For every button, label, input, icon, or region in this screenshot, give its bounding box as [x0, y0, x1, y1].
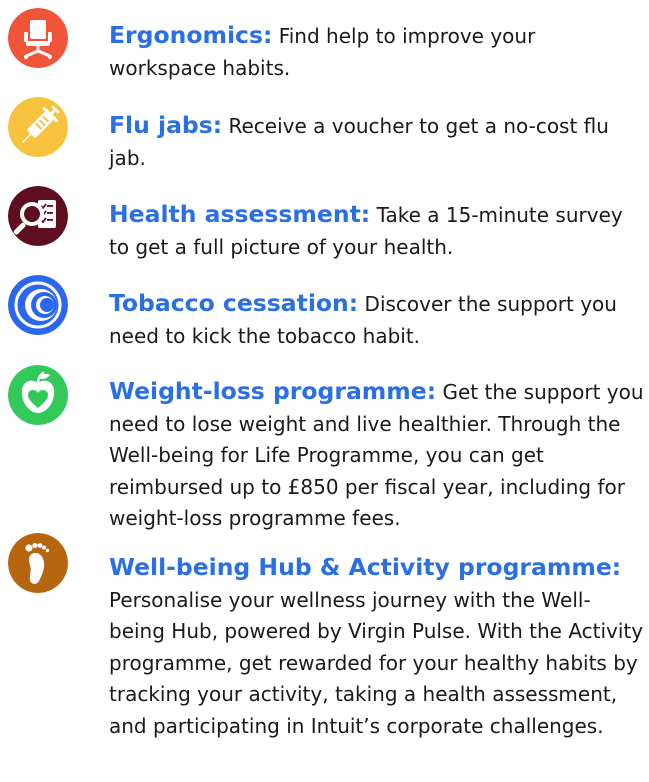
benefit-title: Flu jabs:	[109, 111, 223, 139]
benefit-title: Tobacco cessation:	[109, 289, 359, 317]
footprint-icon	[8, 533, 68, 593]
apple-heart-icon	[8, 365, 68, 425]
benefit-description: Personalise your wellness journey with t…	[109, 587, 644, 738]
benefit-title: Well-being Hub & Activity programme:	[109, 553, 622, 581]
benefit-title: Weight-loss programme:	[109, 377, 437, 405]
benefit-text: Ergonomics: Find help to improve your wo…	[109, 20, 644, 84]
benefit-text: Weight-loss programme: Get the support y…	[109, 376, 644, 535]
magnifier-checklist-icon	[8, 186, 68, 246]
benefit-text: Tobacco cessation: Discover the support …	[109, 288, 644, 352]
benefit-text: Flu jabs: Receive a voucher to get a no-…	[109, 110, 644, 174]
benefit-title: Health assessment:	[109, 200, 371, 228]
office-chair-icon	[8, 8, 68, 68]
syringe-icon	[8, 97, 68, 157]
swirl-icon	[8, 275, 68, 335]
benefit-text: Well-being Hub & Activity programme: Per…	[109, 552, 644, 742]
benefit-title: Ergonomics:	[109, 21, 273, 49]
benefit-text: Health assessment: Take a 15-minute surv…	[109, 199, 644, 263]
